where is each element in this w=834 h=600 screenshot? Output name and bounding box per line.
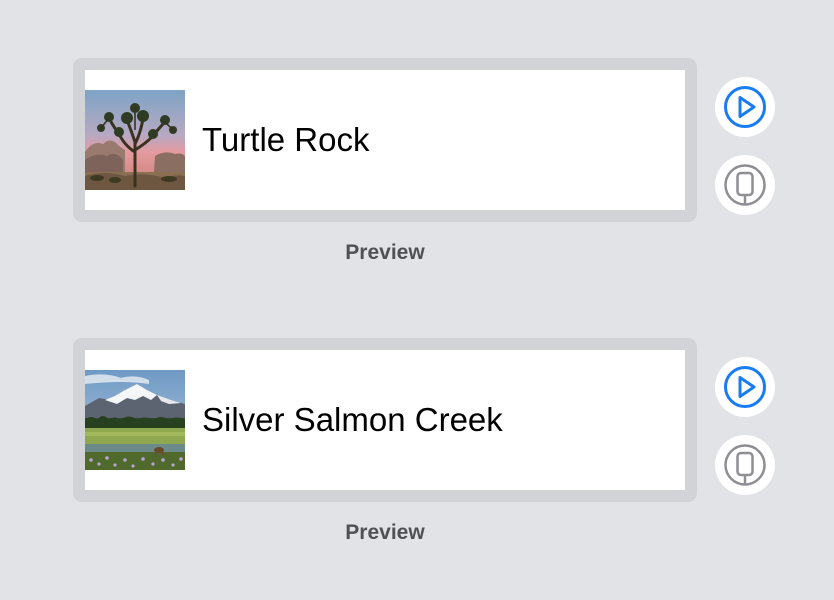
landmark-thumbnail [85, 370, 185, 470]
live-preview-button[interactable] [715, 357, 775, 417]
device-icon [724, 164, 766, 206]
preview-canvas[interactable]: Silver Salmon Creek [85, 350, 685, 490]
landmark-thumbnail [85, 90, 185, 190]
preview-frame: Turtle Rock [73, 58, 697, 222]
play-circle-icon [724, 366, 766, 408]
device-preview-button[interactable] [715, 435, 775, 495]
landmark-row: Silver Salmon Creek [85, 350, 685, 490]
preview-caption: Preview [345, 241, 425, 264]
device-preview-button[interactable] [715, 155, 775, 215]
preview-caption: Preview [345, 521, 425, 544]
live-preview-button[interactable] [715, 77, 775, 137]
preview-silver-salmon-creek: Silver Salmon Creek Preview [0, 338, 834, 558]
preview-frame: Silver Salmon Creek [73, 338, 697, 502]
landmark-name: Turtle Rock [202, 121, 370, 158]
landmark-name: Silver Salmon Creek [202, 401, 503, 438]
preview-canvas[interactable]: Turtle Rock [85, 70, 685, 210]
preview-turtle-rock: Turtle Rock Preview [0, 58, 834, 278]
play-circle-icon [724, 86, 766, 128]
landmark-row: Turtle Rock [85, 70, 685, 210]
device-icon [724, 444, 766, 486]
